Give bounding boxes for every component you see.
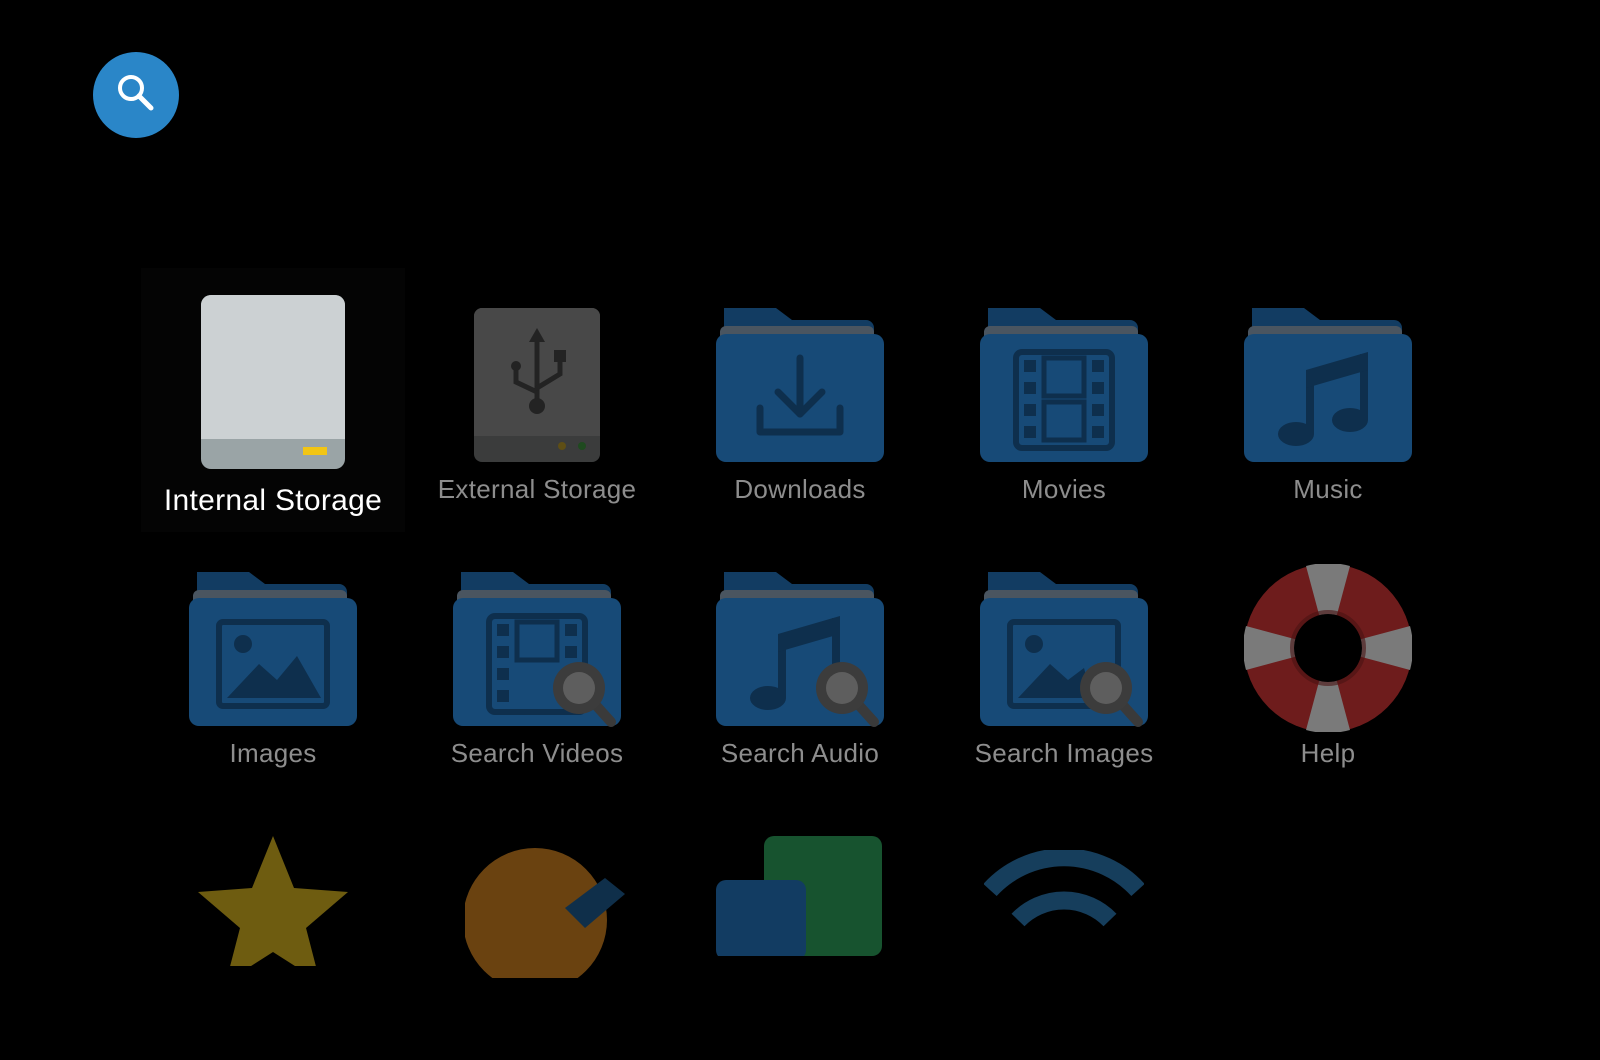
clock-icon [405, 796, 669, 1016]
search-button[interactable] [93, 52, 179, 138]
tile-copy[interactable] [668, 796, 932, 1060]
search-images-icon [932, 532, 1196, 752]
tile-favorites[interactable] [141, 796, 405, 1060]
tile-internal-storage[interactable]: Internal Storage [141, 268, 405, 532]
hard-drive-icon [141, 268, 405, 488]
star-icon [141, 796, 405, 1016]
search-icon [114, 71, 158, 120]
tile-recent[interactable] [405, 796, 669, 1060]
tile-search-images[interactable]: Search Images [932, 532, 1196, 796]
lifebuoy-icon [1196, 532, 1460, 752]
tile-label: Downloads [734, 474, 866, 504]
tile-label: External Storage [437, 474, 637, 504]
tile-downloads[interactable]: Downloads [668, 268, 932, 532]
tile-images[interactable]: Images [141, 532, 405, 796]
tile-network[interactable] [932, 796, 1196, 1060]
folder-image-icon [141, 532, 405, 752]
tile-search-audio[interactable]: Search Audio [668, 532, 932, 796]
tile-label: Search Videos [450, 738, 624, 768]
tile-label: Search Audio [720, 738, 880, 768]
tile-label: Music [1293, 474, 1363, 504]
tile-label: Movies [1021, 474, 1107, 504]
tile-label: Images [229, 738, 317, 768]
tile-label: Search Images [974, 738, 1154, 768]
wifi-icon [932, 796, 1196, 1016]
tile-search-videos[interactable]: Search Videos [405, 532, 669, 796]
tile-movies[interactable]: Movies [932, 268, 1196, 532]
search-audio-icon [668, 532, 932, 752]
folder-film-icon [932, 268, 1196, 488]
tile-help[interactable]: Help [1196, 532, 1460, 796]
search-videos-icon [405, 532, 669, 752]
tile-label: Internal Storage [163, 484, 383, 517]
tile-external-storage[interactable]: External Storage [405, 268, 669, 532]
folder-download-icon [668, 268, 932, 488]
tile-music[interactable]: Music [1196, 268, 1460, 532]
folder-music-icon [1196, 268, 1460, 488]
tile-label: Help [1300, 738, 1356, 768]
copy-icon [668, 796, 932, 1016]
usb-drive-icon [405, 268, 669, 488]
